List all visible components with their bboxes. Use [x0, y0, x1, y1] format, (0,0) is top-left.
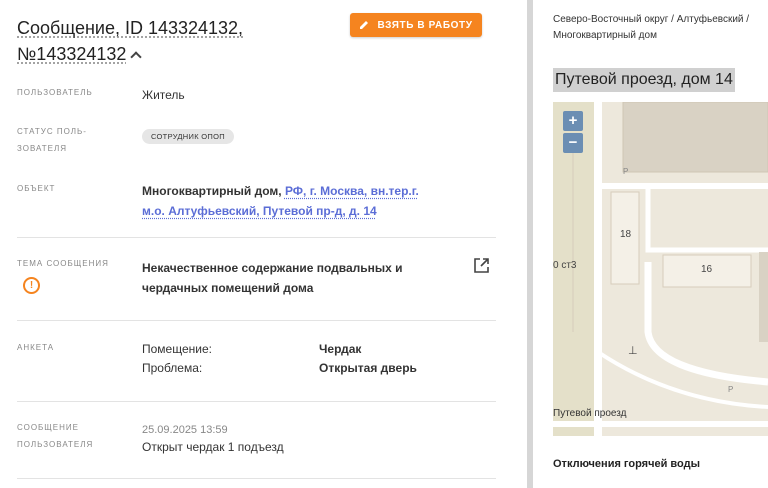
address-title: Путевой проезд, дом 14	[553, 68, 735, 92]
status-row: СТАТУС ПОЛЬ-ЗОВАТЕЛЯ СОТРУДНИК ОПОП	[17, 123, 496, 163]
parking-icon: P	[728, 385, 734, 394]
building-18-label: 18	[620, 229, 632, 240]
map-canvas	[553, 102, 768, 436]
message-text: Открыт чердак 1 подъезд	[142, 440, 284, 454]
form-key-room: Помещение:	[142, 342, 212, 356]
message-date-text: 25.09.2025 13:59	[142, 424, 228, 436]
warning-icon: !	[23, 277, 40, 294]
divider	[17, 478, 496, 479]
landmark-icon: ⊥	[628, 345, 638, 357]
zoom-out-button[interactable]: −	[563, 133, 583, 153]
object-type: Многоквартирный дом,	[142, 184, 282, 198]
user-row: ПОЛЬЗОВАТЕЛЬ Житель	[17, 84, 496, 114]
topic-value: Некачественное содержание подвальных и ч…	[142, 258, 462, 298]
take-to-work-label: ВЗЯТЬ В РАБОТУ	[377, 19, 473, 31]
zoom-in-button[interactable]: +	[563, 111, 583, 131]
hot-water-section-title[interactable]: Отключения горячей воды	[553, 458, 700, 470]
external-link-icon[interactable]	[473, 257, 490, 279]
ticket-panel: Сообщение, ID 143324132, №143324132 ВЗЯТ…	[0, 0, 527, 488]
status-value: СОТРУДНИК ОПОП	[142, 125, 234, 145]
form-key-problem: Проблема:	[142, 361, 203, 375]
street-label: Путевой проезд	[553, 408, 627, 419]
object-label: ОБЪЕКТ	[17, 184, 56, 193]
chevron-up-icon[interactable]	[130, 51, 143, 63]
topic-text: Некачественное содержание подвальных и ч…	[142, 261, 403, 295]
location-panel: Северо-Восточный округ / Алтуфьевский / …	[533, 0, 768, 488]
message-label: СООБЩЕНИЕ ПОЛЬЗОВАТЕЛЯ	[17, 423, 94, 449]
pencil-icon	[359, 20, 369, 30]
take-to-work-button[interactable]: ВЗЯТЬ В РАБОТУ	[350, 13, 482, 37]
breadcrumb: Северо-Восточный округ / Алтуфьевский / …	[553, 14, 750, 41]
map-label-ct3: 0 ст3	[553, 260, 577, 271]
user-label: ПОЛЬЗОВАТЕЛЬ	[17, 88, 93, 97]
topic-row: ТЕМА СООБЩЕНИЯ ! Некачественное содержан…	[17, 255, 496, 305]
divider	[17, 320, 496, 321]
form-value-room: Чердак	[319, 342, 362, 356]
ticket-title[interactable]: Сообщение, ID 143324132, №143324132	[17, 15, 337, 67]
message-row: СООБЩЕНИЕ ПОЛЬЗОВАТЕЛЯ 25.09.2025 13:59 …	[17, 419, 496, 469]
building-16-label: 16	[701, 264, 713, 275]
form-row: АНКЕТА Помещение: Чердак Проблема: Откры…	[17, 339, 496, 384]
map[interactable]: + − 18 16 0 ст3 P P ⊥ Путевой проезд	[553, 102, 768, 436]
parking-icon: P	[623, 167, 629, 176]
divider	[17, 237, 496, 238]
form-value-problem: Открытая дверь	[319, 361, 417, 375]
object-row: ОБЪЕКТ Многоквартирный дом, РФ, г. Москв…	[17, 180, 496, 230]
status-label: СТАТУС ПОЛЬ-ЗОВАТЕЛЯ	[17, 127, 87, 153]
object-value: Многоквартирный дом, РФ, г. Москва, вн.т…	[142, 181, 442, 221]
divider	[17, 401, 496, 402]
form-label: АНКЕТА	[17, 343, 55, 352]
user-value: Житель	[142, 88, 185, 102]
topic-label: ТЕМА СООБЩЕНИЯ	[17, 259, 109, 268]
status-badge: СОТРУДНИК ОПОП	[142, 129, 234, 144]
